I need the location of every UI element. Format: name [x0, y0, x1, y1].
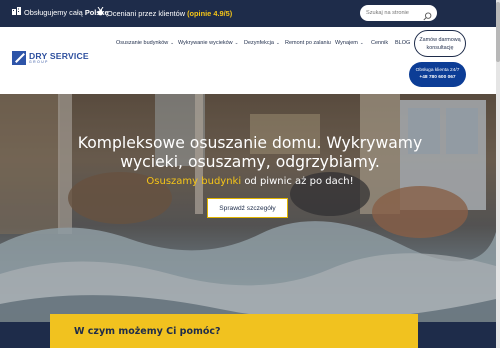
nav-label: Cennik	[371, 40, 389, 46]
hero-title: Kompleksowe osuszanie domu. Wykrywamy wy…	[77, 134, 423, 171]
hero-subtitle-highlight: Osuszamy budynki	[146, 176, 242, 187]
help-title: W czym możemy Ci pomóc?	[74, 326, 221, 337]
help-section-header: W czym możemy Ci pomóc?	[50, 314, 418, 348]
site-header: DRY SERVICE GROUP Osuszanie budynków ⌄ W…	[0, 27, 500, 93]
hero-overlay	[0, 94, 496, 348]
logo-name: DRY SERVICE	[29, 50, 89, 61]
cta-line-2: konsultację	[426, 45, 454, 51]
nav-osuszanie-budynkow[interactable]: Osuszanie budynków ⌄	[116, 40, 174, 46]
nav-dezynfekcja[interactable]: Dezynfekcja ⌄	[244, 40, 280, 46]
logo[interactable]: DRY SERVICE GROUP	[12, 51, 89, 65]
support-phone: +48 780 600 067	[419, 75, 456, 80]
page-scrollbar[interactable]	[496, 0, 500, 348]
rating-note: Oceniani przez klientów (opinie 4.9/5)	[97, 6, 233, 19]
search-box[interactable]	[360, 5, 437, 21]
chevron-down-icon: ⌄	[359, 40, 364, 45]
cta-line-1: Zamów darmową	[419, 37, 461, 43]
search-icon[interactable]	[423, 8, 432, 26]
nav-label: Dezynfekcja	[244, 40, 274, 46]
nav-blog[interactable]: BLOG	[395, 40, 410, 46]
hero-subtitle: Osuszamy budynki od piwnic aż po dach!	[80, 176, 420, 187]
nav-wynajem[interactable]: Wynajem ⌄	[335, 40, 364, 46]
buildings-icon	[12, 7, 21, 18]
free-consultation-button[interactable]: Zamów darmową konsultację	[414, 30, 466, 57]
nav-label: Osuszanie budynków	[116, 40, 169, 46]
rating-value: (opinie 4.9/5)	[187, 8, 233, 18]
details-button[interactable]: Sprawdź szczegóły	[207, 198, 288, 218]
chevron-down-icon: ⌄	[275, 40, 280, 45]
hero-subtitle-rest: od piwnic aż po dach!	[244, 176, 354, 187]
medal-icon	[97, 6, 104, 19]
service-area-text: Obsługujemy całą	[24, 8, 83, 17]
top-info-bar: Obsługujemy całą Polskę Oceniani przez k…	[0, 0, 500, 27]
nav-wykrywanie-wyciekow[interactable]: Wykrywanie wycieków ⌄	[178, 40, 238, 46]
chevron-down-icon: ⌄	[234, 40, 239, 45]
logo-mark	[12, 51, 26, 65]
rating-text: Oceniani przez klientów	[107, 8, 186, 18]
nav-label: Wynajem	[335, 40, 358, 46]
nav-label: Wykrywanie wycieków	[178, 40, 233, 46]
search-input[interactable]	[366, 7, 422, 19]
nav-cennik[interactable]: Cennik	[371, 40, 388, 46]
nav-label: Remont po zalaniu	[285, 40, 331, 46]
support-label: Obsługa klienta 24/7	[415, 68, 460, 73]
scrollbar-thumb[interactable]	[496, 2, 500, 62]
nav-remont-po-zalaniu[interactable]: Remont po zalaniu	[285, 40, 331, 46]
chevron-down-icon: ⌄	[170, 40, 175, 45]
service-area-note: Obsługujemy całą Polskę	[12, 7, 109, 18]
hero-section: Kompleksowe osuszanie domu. Wykrywamy wy…	[0, 94, 496, 348]
support-phone-button[interactable]: Obsługa klienta 24/7 +48 780 600 067	[409, 62, 466, 87]
nav-label: BLOG	[395, 40, 411, 46]
